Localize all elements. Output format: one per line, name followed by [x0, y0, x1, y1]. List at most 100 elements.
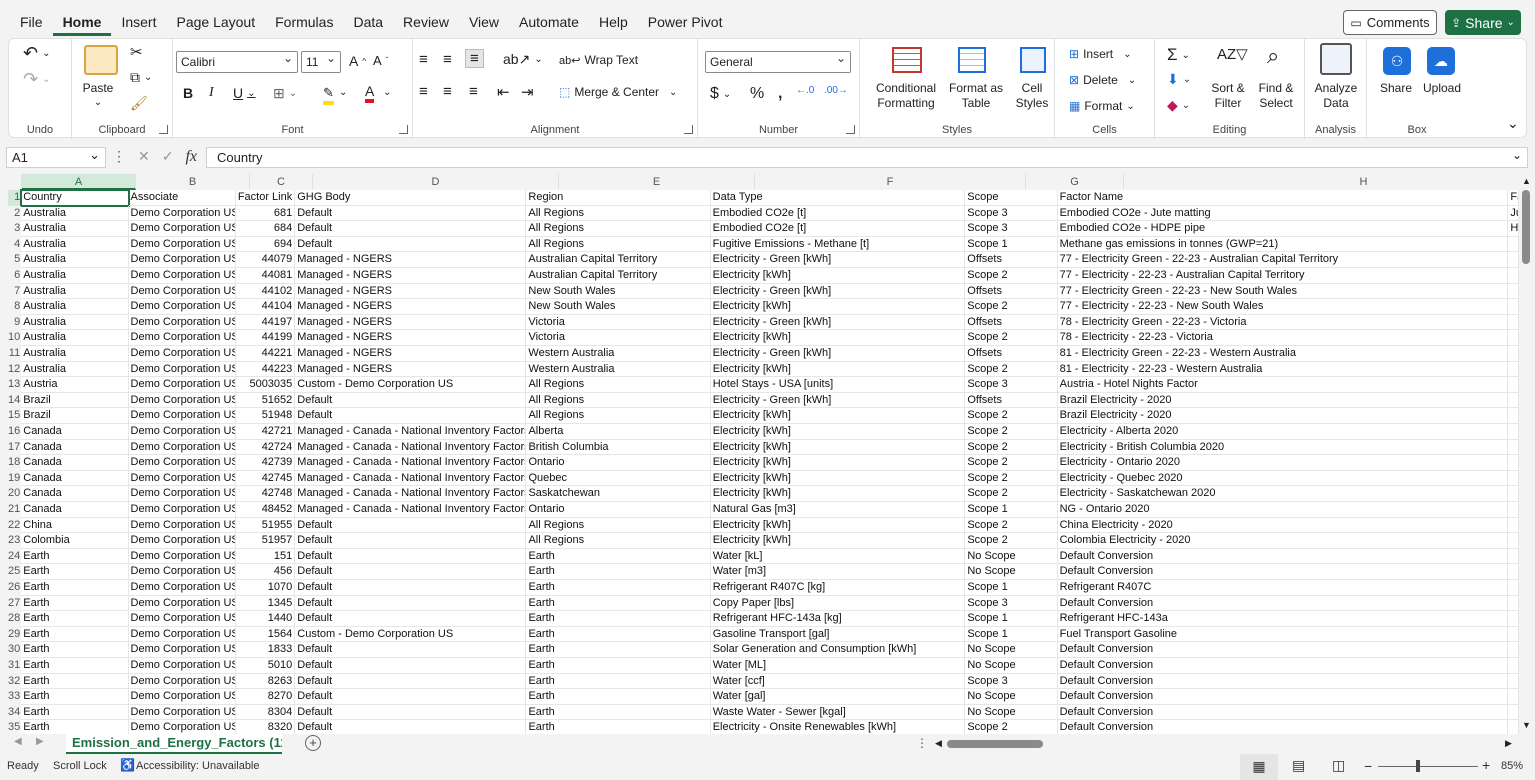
cell[interactable]: 51948 — [235, 408, 296, 424]
cell[interactable] — [1508, 673, 1519, 690]
cell[interactable]: All Regions — [526, 392, 711, 409]
cell[interactable]: No Scope — [965, 689, 1058, 705]
cell[interactable]: 78 - Electricity - 22-23 - Victoria — [1057, 330, 1509, 346]
cell[interactable]: Electricity - Alberta 2020 — [1057, 424, 1509, 440]
cell[interactable] — [1508, 470, 1519, 487]
cell[interactable]: Default — [295, 580, 527, 596]
ribbon-collapse-icon[interactable]: ⌄ — [1507, 115, 1519, 132]
menu-tab-help[interactable]: Help — [589, 8, 638, 36]
cell[interactable]: Earth — [526, 673, 711, 690]
cell[interactable]: Managed - NGERS — [295, 361, 527, 378]
cell[interactable]: Offsets — [965, 392, 1058, 409]
number-launcher-icon[interactable] — [846, 125, 855, 134]
cell[interactable]: Demo Corporation US — [128, 314, 236, 331]
cell[interactable]: Canada — [21, 486, 129, 502]
number-format-select[interactable]: General — [705, 51, 851, 73]
zoom-slider-thumb[interactable] — [1416, 760, 1420, 772]
cell[interactable]: Colombia — [21, 533, 129, 549]
cell[interactable]: Embodied CO2e [t] — [710, 205, 966, 222]
cell[interactable]: 42748 — [235, 486, 296, 502]
row-header[interactable]: 12 — [8, 361, 22, 378]
more-icon[interactable]: ⋮ — [112, 148, 126, 166]
comma-icon[interactable]: , — [778, 85, 782, 103]
cell[interactable]: Earth — [21, 548, 129, 565]
cell[interactable]: 1440 — [235, 611, 296, 627]
cell[interactable]: Default — [295, 221, 527, 237]
cell[interactable]: 77 - Electricity - 22-23 - New South Wal… — [1057, 299, 1509, 315]
cell[interactable]: Australian Capital Territory — [526, 252, 711, 268]
cell[interactable]: Scope 2 — [965, 408, 1058, 424]
cell[interactable]: Electricity [kWh] — [710, 408, 966, 424]
cell[interactable]: 51957 — [235, 533, 296, 549]
cell[interactable]: Factor Link — [235, 190, 296, 206]
font-name-select[interactable]: Calibri — [176, 51, 298, 73]
cell[interactable]: Managed - Canada - National Inventory Fa… — [295, 486, 527, 502]
cell[interactable]: Default — [295, 642, 527, 658]
decrease-indent-icon[interactable]: ⇤ — [497, 83, 510, 101]
menu-tab-file[interactable]: File — [10, 8, 53, 36]
menu-tab-view[interactable]: View — [459, 8, 509, 36]
cell[interactable]: Demo Corporation US — [128, 283, 236, 300]
cell[interactable]: All Regions — [526, 205, 711, 222]
cell[interactable]: Water [kL] — [710, 548, 966, 565]
row-header[interactable]: 1 — [8, 190, 22, 206]
cell[interactable]: Electricity [kWh] — [710, 439, 966, 456]
cell[interactable] — [1508, 424, 1519, 440]
borders-icon[interactable]: ⊞ ⌄ — [273, 85, 297, 102]
cell[interactable]: 78 - Electricity Green - 22-23 - Victori… — [1057, 314, 1509, 331]
clear-icon[interactable]: ◆ ⌄ — [1167, 97, 1190, 114]
cell[interactable]: Electricity - Green [kWh] — [710, 283, 966, 300]
cell[interactable]: Managed - NGERS — [295, 330, 527, 346]
menu-tab-power-pivot[interactable]: Power Pivot — [638, 8, 733, 36]
cell[interactable]: Copy Paper [lbs] — [710, 595, 966, 612]
cell[interactable]: Demo Corporation US — [129, 720, 236, 734]
cell[interactable] — [1508, 704, 1519, 721]
cell[interactable] — [1508, 299, 1519, 315]
cell[interactable]: Ju — [1508, 205, 1519, 222]
expand-formula-icon[interactable]: ⌄ — [1512, 148, 1522, 162]
menu-tab-insert[interactable]: Insert — [111, 8, 166, 36]
scroll-down-icon[interactable]: ▼ — [1522, 720, 1531, 730]
cell[interactable]: Embodied CO2e [t] — [710, 221, 966, 237]
format-painter-icon[interactable]: 🖌 — [130, 95, 148, 112]
normal-view-icon[interactable]: ▦ — [1240, 754, 1278, 780]
vertical-scrollbar[interactable]: ▲ ▼ — [1519, 174, 1533, 734]
cell[interactable]: 5003035 — [235, 377, 296, 393]
cell[interactable]: Demo Corporation US — [128, 221, 236, 237]
delete-cells-button[interactable]: ⊠ Delete ⌄ — [1069, 73, 1136, 87]
cell[interactable]: Earth — [526, 595, 711, 612]
cell[interactable]: Brazil Electricity - 2020 — [1057, 392, 1509, 409]
cell[interactable]: Default — [295, 548, 527, 565]
align-middle-icon[interactable]: ≡ — [443, 51, 452, 68]
row-header[interactable]: 27 — [8, 595, 22, 612]
cell[interactable]: Refrigerant HFC-143a — [1057, 611, 1509, 627]
cell[interactable]: Gasoline Transport [gal] — [710, 626, 966, 643]
row-header[interactable]: 28 — [8, 611, 22, 627]
cell[interactable]: China Electricity - 2020 — [1057, 517, 1509, 534]
cell[interactable]: 77 - Electricity Green - 22-23 - New Sou… — [1057, 283, 1509, 300]
row-header[interactable]: 6 — [8, 268, 22, 284]
cell[interactable]: Brazil Electricity - 2020 — [1057, 408, 1509, 424]
cell[interactable]: New South Wales — [526, 283, 711, 300]
cell[interactable] — [1508, 626, 1519, 643]
cell[interactable]: Scope 2 — [965, 720, 1058, 734]
cell[interactable]: Electricity [kWh] — [710, 330, 966, 346]
cell[interactable]: Demo Corporation US — [128, 673, 236, 690]
cell[interactable]: Managed - Canada - National Inventory Fa… — [295, 424, 527, 440]
cell[interactable]: Country — [20, 189, 130, 207]
cell[interactable]: 44197 — [235, 314, 296, 331]
cell[interactable]: Demo Corporation US — [128, 533, 236, 549]
clipboard-launcher-icon[interactable] — [159, 125, 168, 134]
format-as-table-icon[interactable] — [958, 47, 986, 73]
align-bottom-icon[interactable]: ≡ — [465, 49, 484, 68]
cell[interactable]: Default — [295, 720, 527, 734]
font-launcher-icon[interactable] — [399, 125, 408, 134]
cell[interactable]: Managed - NGERS — [295, 283, 527, 300]
cut-icon[interactable]: ✂ — [130, 43, 143, 61]
row-header[interactable]: 4 — [8, 236, 22, 253]
cell[interactable]: Earth — [21, 658, 129, 674]
align-top-icon[interactable]: ≡ — [419, 51, 428, 68]
format-cells-button[interactable]: ▦ Format ⌄ — [1069, 99, 1135, 113]
row-header[interactable]: 25 — [8, 564, 22, 580]
bold-icon[interactable]: B — [183, 85, 193, 101]
